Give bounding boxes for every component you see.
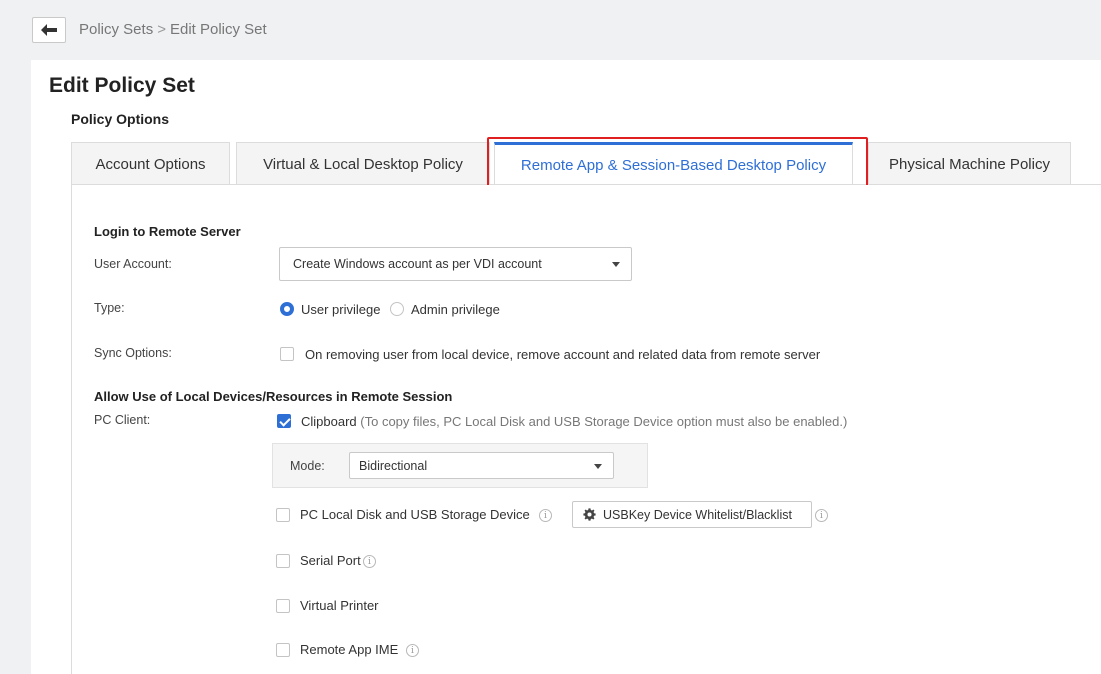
user-account-value: Create Windows account as per VDI accoun…	[293, 257, 542, 271]
section-title: Policy Options	[71, 111, 170, 127]
login-heading: Login to Remote Server	[94, 224, 241, 239]
breadcrumb-separator: >	[157, 21, 166, 38]
caret-down-icon	[612, 262, 620, 267]
caret-down-icon	[594, 463, 602, 469]
tab-label: Virtual & Local Desktop Policy	[263, 155, 463, 173]
type-label: Type:	[94, 301, 125, 315]
user-account-label: User Account:	[94, 257, 172, 271]
top-bar: Policy Sets > Edit Policy Set	[0, 0, 1101, 60]
clipboard-checkbox[interactable]	[277, 414, 291, 428]
remote-app-ime-checkbox[interactable]	[276, 643, 290, 657]
tab-physical-machine[interactable]: Physical Machine Policy	[868, 142, 1071, 185]
clipboard-mode-value: Bidirectional	[359, 458, 428, 473]
page-title: Edit Policy Set	[49, 74, 195, 97]
tab-label: Remote App & Session-Based Desktop Polic…	[520, 157, 827, 174]
usbkey-button-label: USBKey Device Whitelist/Blacklist	[603, 507, 792, 522]
info-icon[interactable]: i	[815, 509, 828, 522]
tab-panel: Login to Remote Server User Account: Cre…	[71, 185, 1101, 674]
tab-virtual-local-desktop[interactable]: Virtual & Local Desktop Policy	[236, 142, 490, 185]
usbkey-whitelist-button[interactable]: USBKey Device Whitelist/Blacklist	[572, 501, 812, 528]
local-disk-label: PC Local Disk and USB Storage Device	[300, 507, 530, 522]
virtual-printer-label: Virtual Printer	[300, 598, 379, 613]
radio-admin-privilege-label: Admin privilege	[411, 302, 500, 317]
sync-remove-account-label: On removing user from local device, remo…	[305, 347, 821, 362]
clipboard-mode-select[interactable]: Bidirectional	[349, 452, 614, 479]
radio-user-privilege[interactable]	[280, 302, 294, 316]
info-icon[interactable]: i	[363, 555, 376, 568]
tab-account-options[interactable]: Account Options	[71, 142, 230, 185]
sync-options-label: Sync Options:	[94, 346, 172, 360]
radio-user-privilege-label: User privilege	[301, 302, 381, 317]
breadcrumb-current: Edit Policy Set	[169, 21, 267, 38]
local-devices-heading: Allow Use of Local Devices/Resources in …	[94, 389, 453, 404]
tab-label: Physical Machine Policy	[889, 155, 1050, 173]
mode-label: Mode:	[290, 459, 325, 473]
virtual-printer-checkbox[interactable]	[276, 599, 290, 613]
user-account-select[interactable]: Create Windows account as per VDI accoun…	[279, 247, 632, 281]
tab-label: Account Options	[95, 155, 206, 173]
arrow-left-icon	[41, 24, 57, 36]
gear-icon	[583, 508, 596, 521]
info-icon[interactable]: i	[406, 644, 419, 657]
clipboard-option: Clipboard (To copy files, PC Local Disk …	[301, 414, 847, 429]
serial-port-label: Serial Port	[300, 553, 361, 568]
clipboard-hint: (To copy files, PC Local Disk and USB St…	[360, 414, 848, 429]
clipboard-mode-box: Mode: Bidirectional	[272, 443, 648, 488]
breadcrumb: Policy Sets > Edit Policy Set	[79, 21, 267, 38]
main-card: Edit Policy Set Policy Options Account O…	[31, 60, 1101, 674]
clipboard-label: Clipboard	[301, 414, 357, 429]
back-button[interactable]	[32, 17, 66, 43]
breadcrumb-parent[interactable]: Policy Sets	[79, 21, 153, 38]
tab-remote-app-session[interactable]: Remote App & Session-Based Desktop Polic…	[494, 142, 853, 186]
radio-admin-privilege[interactable]	[390, 302, 404, 316]
remote-app-ime-label: Remote App IME	[300, 642, 399, 657]
info-icon[interactable]: i	[539, 509, 552, 522]
pc-client-label: PC Client:	[94, 413, 151, 427]
local-disk-checkbox[interactable]	[276, 508, 290, 522]
sync-remove-account-checkbox[interactable]	[280, 347, 294, 361]
serial-port-checkbox[interactable]	[276, 554, 290, 568]
